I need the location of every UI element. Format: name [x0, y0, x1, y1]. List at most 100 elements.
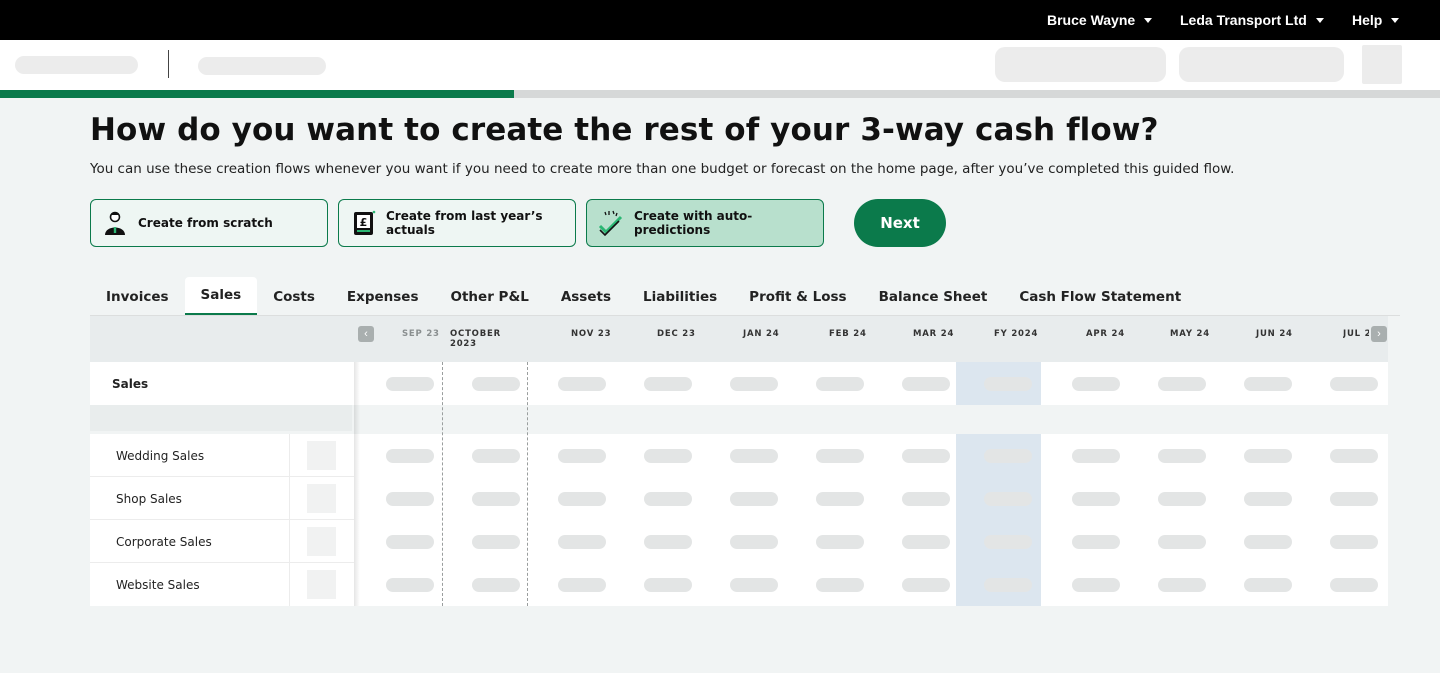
- option-create-from-scratch[interactable]: Create from scratch: [90, 199, 328, 247]
- cell-skeleton: [472, 534, 520, 549]
- tab-costs[interactable]: Costs: [257, 277, 331, 316]
- forecast-grid: ‹ › SEP 23 OCTOBER 2023 NOV 23 DEC 23 JAN 24…: [90, 316, 1388, 606]
- option-create-with-auto-predictions[interactable]: Create with auto-predictions: [586, 199, 824, 247]
- scroll-left-button[interactable]: ‹: [358, 326, 374, 342]
- cell-skeleton: [984, 577, 1032, 592]
- column-header: FY 2024: [994, 329, 1039, 339]
- column-header: OCTOBER 2023: [450, 329, 501, 349]
- cell-skeleton: [984, 534, 1032, 549]
- cell-skeleton: [1072, 448, 1120, 463]
- help-menu[interactable]: Help: [1352, 0, 1400, 40]
- table-row: Wedding Sales: [90, 434, 1388, 477]
- tab-sales[interactable]: Sales: [184, 277, 258, 316]
- chevron-down-icon: [1315, 18, 1324, 23]
- page-title: How do you want to create the rest of yo…: [90, 112, 1159, 148]
- company-name: Leda Transport Ltd: [1180, 12, 1307, 28]
- cell-skeleton: [558, 376, 606, 391]
- cell-skeleton: [1244, 534, 1292, 549]
- section-label: Sales: [112, 376, 149, 391]
- company-menu[interactable]: Leda Transport Ltd: [1180, 0, 1324, 40]
- cell-skeleton: [1330, 491, 1378, 506]
- cell-skeleton: [386, 376, 434, 391]
- cell-skeleton: [816, 534, 864, 549]
- tab-cash-flow-statement[interactable]: Cash Flow Statement: [1003, 277, 1197, 316]
- next-button[interactable]: Next: [854, 199, 946, 247]
- cell-skeleton: [816, 448, 864, 463]
- skeleton-button: [1179, 47, 1344, 82]
- column-header: FEB 24: [829, 329, 867, 339]
- cell-skeleton: [902, 491, 950, 506]
- column-header: JUL 2: [1343, 329, 1369, 339]
- cell-skeleton: [1072, 534, 1120, 549]
- cell-skeleton: [644, 376, 692, 391]
- cell-skeleton: [644, 577, 692, 592]
- cell-skeleton: [1158, 376, 1206, 391]
- cell-skeleton: [984, 376, 1032, 391]
- sparkle-check-icon: [597, 209, 625, 237]
- cell-skeleton: [472, 376, 520, 391]
- cell-skeleton: [1072, 577, 1120, 592]
- cell-skeleton: [1158, 448, 1206, 463]
- person-icon: [101, 209, 129, 237]
- skeleton-breadcrumb: [15, 56, 138, 74]
- cell-skeleton: [816, 376, 864, 391]
- tab-invoices[interactable]: Invoices: [90, 277, 185, 316]
- cell-skeleton: [644, 491, 692, 506]
- cell-skeleton: [730, 577, 778, 592]
- cell-skeleton: [984, 448, 1032, 463]
- table-row: Website Sales: [90, 563, 1388, 606]
- cell-skeleton: [730, 491, 778, 506]
- cell-skeleton: [1072, 491, 1120, 506]
- table-row: Shop Sales: [90, 477, 1388, 520]
- cell-divider: [289, 563, 290, 606]
- tab-balance-sheet[interactable]: Balance Sheet: [863, 277, 1004, 316]
- cell-skeleton: [730, 448, 778, 463]
- scroll-right-button[interactable]: ›: [1371, 326, 1387, 342]
- chevron-down-icon: [1391, 18, 1400, 23]
- cell-skeleton: [1244, 491, 1292, 506]
- tab-other-p-l[interactable]: Other P&L: [435, 277, 545, 316]
- user-menu[interactable]: Bruce Wayne: [1047, 0, 1153, 40]
- tab-assets[interactable]: Assets: [545, 277, 627, 316]
- cell-skeleton: [984, 491, 1032, 506]
- progress-bar: [0, 90, 1440, 98]
- cell-skeleton: [902, 448, 950, 463]
- cell-skeleton: [558, 534, 606, 549]
- chevron-down-icon: [1144, 18, 1153, 23]
- column-header: MAR 24: [913, 329, 955, 339]
- cell-skeleton: [1244, 448, 1292, 463]
- row-action-placeholder: [307, 527, 336, 556]
- tab-expenses[interactable]: Expenses: [331, 277, 435, 316]
- help-label: Help: [1352, 12, 1383, 28]
- option-create-from-last-year[interactable]: £ Create from last year’s actuals: [338, 199, 576, 247]
- grid-header: ‹ › SEP 23 OCTOBER 2023 NOV 23 DEC 23 JAN 24…: [90, 316, 1388, 362]
- cell-skeleton: [386, 491, 434, 506]
- column-header: SEP 23: [402, 329, 440, 339]
- table-row: Corporate Sales: [90, 520, 1388, 563]
- cell-divider: [289, 434, 290, 477]
- cell-divider: [289, 477, 290, 520]
- cell-skeleton: [386, 448, 434, 463]
- tab-profit-loss[interactable]: Profit & Loss: [733, 277, 862, 316]
- skeleton-button: [995, 47, 1166, 82]
- period-separator: [442, 362, 443, 606]
- cell-skeleton: [730, 534, 778, 549]
- ledger-book-icon: £: [349, 209, 377, 237]
- tab-liabilities[interactable]: Liabilities: [627, 277, 733, 316]
- cell-skeleton: [386, 577, 434, 592]
- cell-skeleton: [1330, 448, 1378, 463]
- progress-fill: [0, 90, 515, 98]
- period-separator: [527, 362, 528, 606]
- cell-skeleton: [902, 534, 950, 549]
- column-header: JUN 24: [1256, 329, 1293, 339]
- column-header: APR 24: [1086, 329, 1125, 339]
- column-header: JAN 24: [743, 329, 780, 339]
- cell-skeleton: [816, 577, 864, 592]
- chevron-left-icon: ‹: [364, 328, 368, 340]
- top-bar: Bruce Wayne Leda Transport Ltd Help: [0, 0, 1440, 40]
- cell-skeleton: [1244, 577, 1292, 592]
- skeleton-icon-button: [1362, 45, 1402, 84]
- section-row: Sales: [90, 362, 1388, 405]
- cell-skeleton: [816, 491, 864, 506]
- cell-skeleton: [558, 491, 606, 506]
